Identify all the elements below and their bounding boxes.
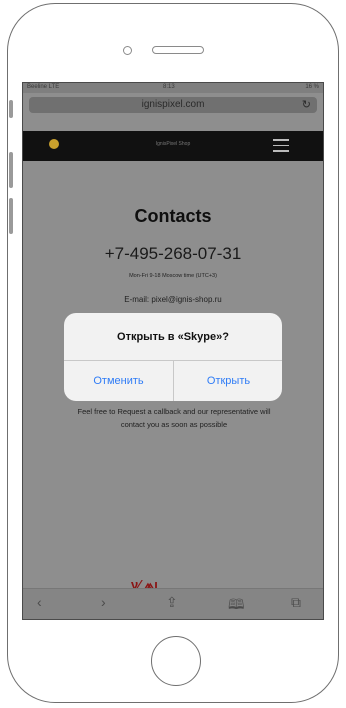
hamburger-menu-icon[interactable]	[273, 139, 289, 156]
page-title: Contacts	[134, 206, 212, 226]
carrier-label: Beeline LTE	[27, 84, 60, 90]
screen: Beeline LTE 8:13 16 % ignispixel.com ↻ I…	[22, 82, 324, 620]
bookmarks-icon[interactable]: 🕮	[228, 594, 245, 618]
tabs-icon[interactable]: ⧉	[291, 594, 301, 611]
callback-text: Feel free to Request a callback and our …	[77, 407, 271, 429]
safari-toolbar: ‹ › ⇪ 🕮 ⧉	[23, 588, 323, 619]
status-bar: Beeline LTE 8:13 16 %	[23, 83, 323, 93]
share-icon[interactable]: ⇪	[166, 594, 178, 611]
clock: 8:13	[163, 84, 175, 90]
site-header: IgnisPixel Shop	[23, 131, 323, 161]
reload-icon[interactable]: ↻	[302, 97, 311, 113]
volume-up-button	[9, 152, 13, 188]
volume-down-button	[9, 198, 13, 234]
mute-switch	[9, 100, 13, 118]
domain-label: ignispixel.com	[141, 99, 205, 110]
address-bar[interactable]: ignispixel.com ↻	[29, 97, 317, 113]
phone-link[interactable]: +7-495-268-07-31	[23, 244, 323, 264]
open-in-skype-dialog: Открыть в «Skype»? Отменить Открыть	[64, 313, 282, 401]
forward-icon[interactable]: ›	[101, 594, 106, 610]
open-button[interactable]: Открыть	[174, 361, 282, 401]
earpiece-speaker	[152, 46, 204, 54]
dialog-message: Открыть в «Skype»?	[117, 331, 229, 343]
email-link[interactable]: E-mail: pixel@ignis-shop.ru	[23, 295, 323, 304]
business-hours: Mon-Fri 9-18 Moscow time (UTC+3)	[129, 273, 217, 279]
back-icon[interactable]: ‹	[37, 594, 42, 610]
cancel-button[interactable]: Отменить	[64, 361, 173, 401]
battery-label: 16 %	[305, 84, 319, 90]
front-camera	[123, 46, 132, 55]
home-button[interactable]	[151, 636, 201, 686]
